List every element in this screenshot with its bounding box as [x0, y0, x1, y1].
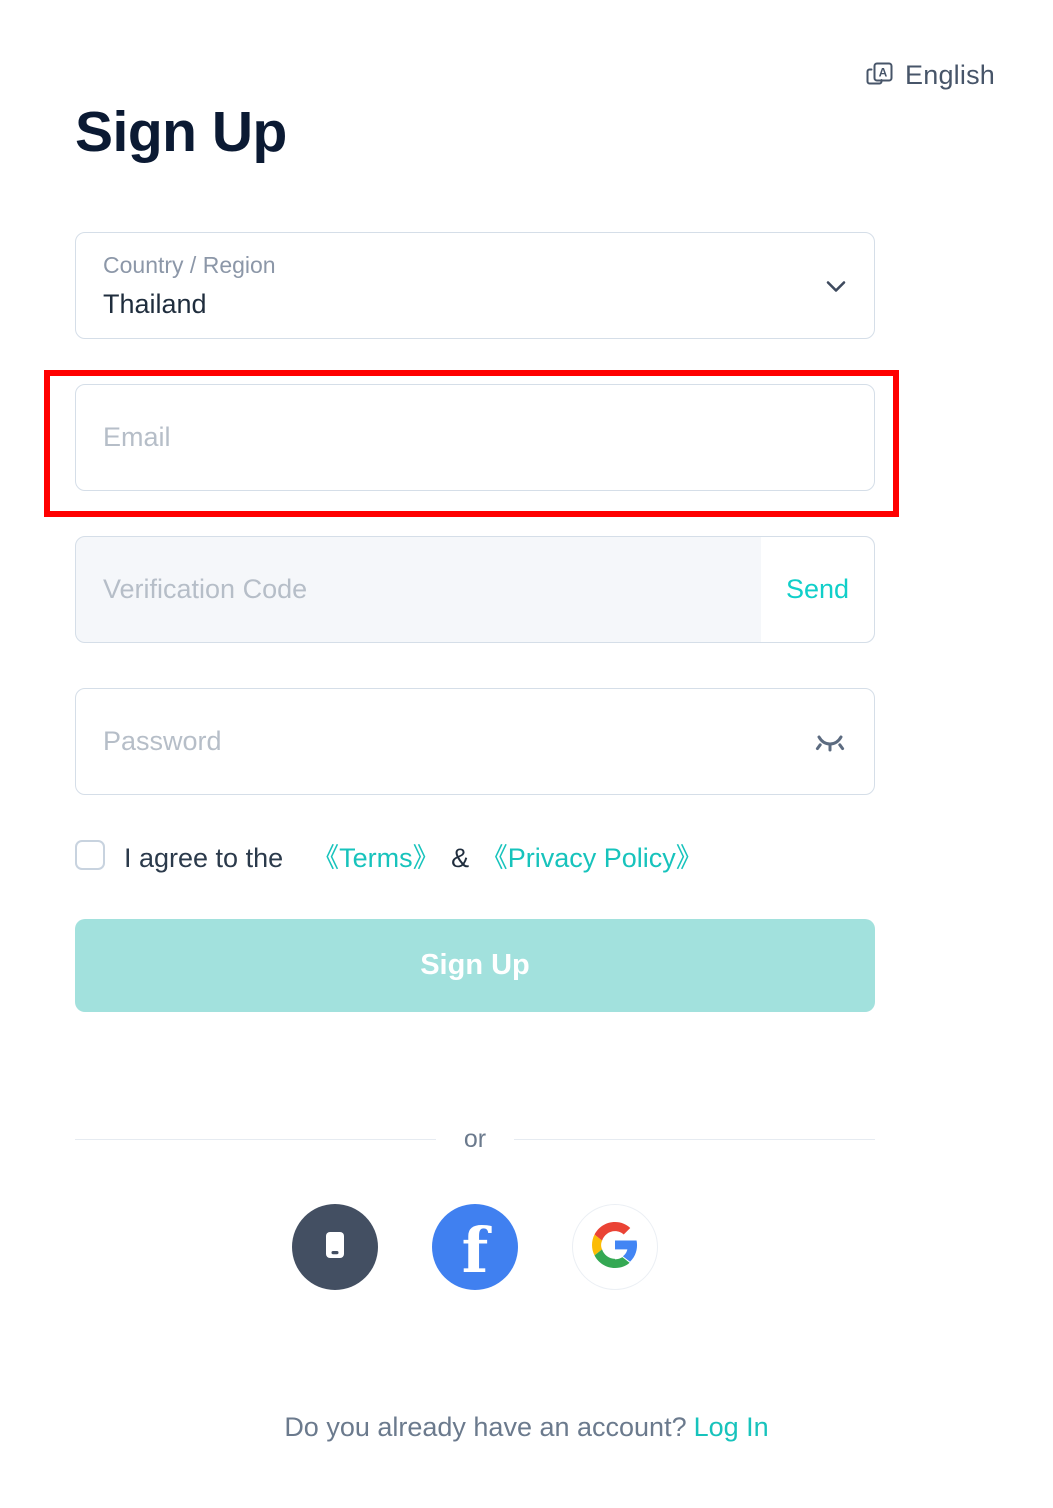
google-icon [592, 1221, 638, 1273]
social-login-facebook[interactable]: f [432, 1204, 518, 1290]
or-divider: or [75, 1125, 876, 1154]
agreement-checkbox[interactable] [75, 840, 105, 870]
footer-login-prompt: Do you already have an account? Log In [0, 1412, 1053, 1443]
country-region-select[interactable]: Country / Region Thailand [75, 232, 875, 339]
login-link[interactable]: Log In [694, 1412, 769, 1442]
language-label: English [905, 60, 995, 90]
divider-line-right [514, 1139, 876, 1140]
divider-line-left [75, 1139, 436, 1140]
password-field[interactable]: Password [75, 688, 875, 795]
eye-off-icon[interactable] [810, 725, 850, 759]
verification-code-placeholder[interactable]: Verification Code [76, 537, 761, 642]
agreement-prefix: I agree to the [124, 842, 284, 873]
send-code-button[interactable]: Send [761, 537, 874, 642]
email-placeholder: Email [103, 422, 171, 452]
facebook-icon: f [461, 1214, 489, 1288]
agreement-row: I agree to the 《Terms》 & 《Privacy Policy… [75, 835, 875, 875]
signup-page: A English Sign Up Country / Region Thail… [0, 0, 1053, 1508]
email-field[interactable]: Email [75, 384, 875, 491]
verification-code-field[interactable]: Verification Code Send [75, 536, 875, 643]
language-selector[interactable]: A English [865, 60, 995, 91]
social-login-row: f [75, 1204, 875, 1290]
country-region-label: Country / Region [103, 252, 276, 278]
agreement-separator: & [451, 842, 470, 873]
social-login-google[interactable] [572, 1204, 658, 1290]
terms-link[interactable]: 《Terms》 [312, 843, 440, 873]
signup-button[interactable]: Sign Up [75, 919, 875, 1012]
agreement-text: I agree to the 《Terms》 & 《Privacy Policy… [124, 836, 703, 875]
country-region-value: Thailand [103, 289, 207, 319]
svg-text:A: A [879, 65, 888, 79]
signup-form: Country / Region Thailand Email Verifica… [75, 232, 876, 1290]
mobile-phone-icon [313, 1223, 357, 1272]
privacy-policy-link[interactable]: 《Privacy Policy》 [481, 843, 703, 873]
footer-text: Do you already have an account? [284, 1412, 687, 1442]
chevron-down-icon [822, 272, 850, 300]
translate-icon: A [865, 61, 895, 91]
divider-label: or [463, 1125, 487, 1153]
page-title: Sign Up [75, 100, 287, 164]
social-login-mobile[interactable] [292, 1204, 378, 1290]
password-placeholder: Password [103, 726, 222, 756]
